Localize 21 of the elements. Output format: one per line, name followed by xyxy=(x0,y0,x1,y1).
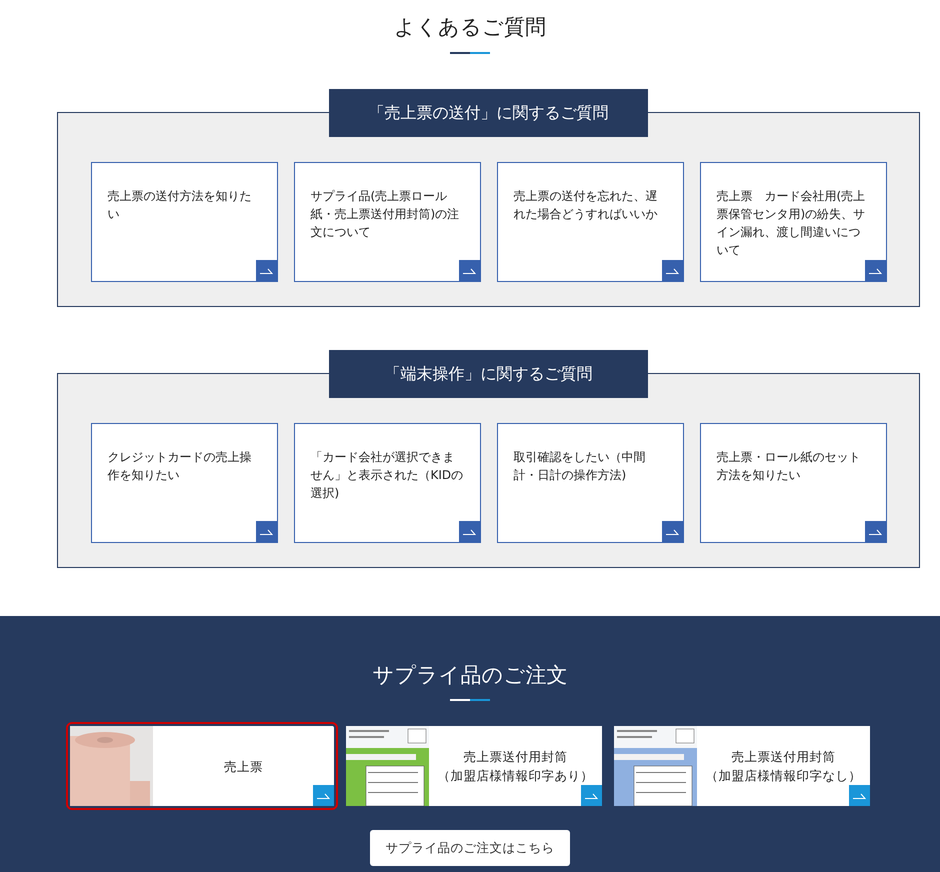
product-card[interactable]: 売上票送付用封筒 （加盟店様情報印字あり） xyxy=(346,726,602,806)
product-name: （加盟店様情報印字あり） xyxy=(438,767,594,785)
faq-card[interactable]: 取引確認をしたい（中間計・日計の操作方法) xyxy=(496,423,684,543)
product-name: 売上票送付用封筒 xyxy=(732,748,836,766)
product-name: （加盟店様情報印字なし） xyxy=(706,767,862,785)
product-card[interactable]: 売上票送付用封筒 （加盟店様情報印字なし） xyxy=(614,726,870,806)
faq-card[interactable]: クレジットカードの売上操作を知りたい xyxy=(90,423,278,543)
product-card[interactable]: 売上票 xyxy=(70,726,334,806)
section-heading: 「端末操作」に関するご質問 xyxy=(329,350,648,398)
faq-card[interactable]: サプライ品(売上票ロール紙・売上票送付用封筒)の注文について xyxy=(294,162,480,282)
faq-card[interactable]: 売上票の送付を忘れた、遅れた場合どうすればいいか xyxy=(496,162,684,282)
faq-card[interactable]: 「カード会社が選択できません」と表示された（KIDの選択) xyxy=(294,423,480,543)
faq-card[interactable]: 売上票 カード会社用(売上票保管センタ用)の紛失、サイン漏れ、渡し間違いについて xyxy=(700,162,886,282)
order-button[interactable]: サプライ品のご注文はこちら xyxy=(370,830,570,866)
faq-card[interactable]: 売上票・ロール紙のセット方法を知りたい xyxy=(700,423,886,543)
page-title: よくあるご質問 xyxy=(394,14,546,41)
faq-card[interactable]: 売上票の送付方法を知りたい xyxy=(90,162,278,282)
section-title: サプライ品のご注文 xyxy=(372,662,568,689)
section-heading: 「売上票の送付」に関するご質問 xyxy=(329,89,648,137)
product-name: 売上票 xyxy=(224,758,263,776)
product-name: 売上票送付用封筒 xyxy=(464,748,568,766)
